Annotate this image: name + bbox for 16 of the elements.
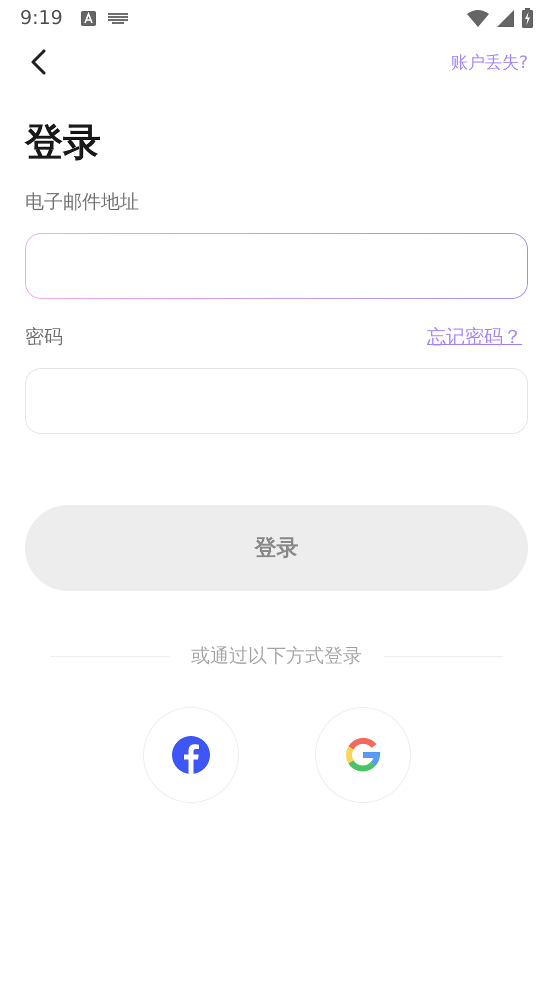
page-title: 登录: [25, 119, 102, 166]
keyboard-icon: [108, 12, 128, 24]
wifi-icon: [467, 10, 489, 26]
status-time: 9:19: [20, 7, 63, 29]
divider-text: 或通过以下方式登录: [191, 644, 362, 669]
lost-account-link[interactable]: 账户丢失?: [450, 50, 528, 74]
google-icon: [344, 737, 380, 773]
battery-icon: [522, 8, 533, 28]
email-label: 电子邮件地址: [25, 190, 140, 215]
back-icon[interactable]: [30, 49, 46, 75]
input-method-icon: [80, 10, 96, 26]
password-label: 密码: [25, 325, 63, 350]
email-field[interactable]: [25, 233, 528, 299]
facebook-icon: [172, 736, 210, 774]
forgot-password-link[interactable]: 忘记密码？: [427, 323, 528, 351]
signal-icon: [497, 10, 514, 26]
